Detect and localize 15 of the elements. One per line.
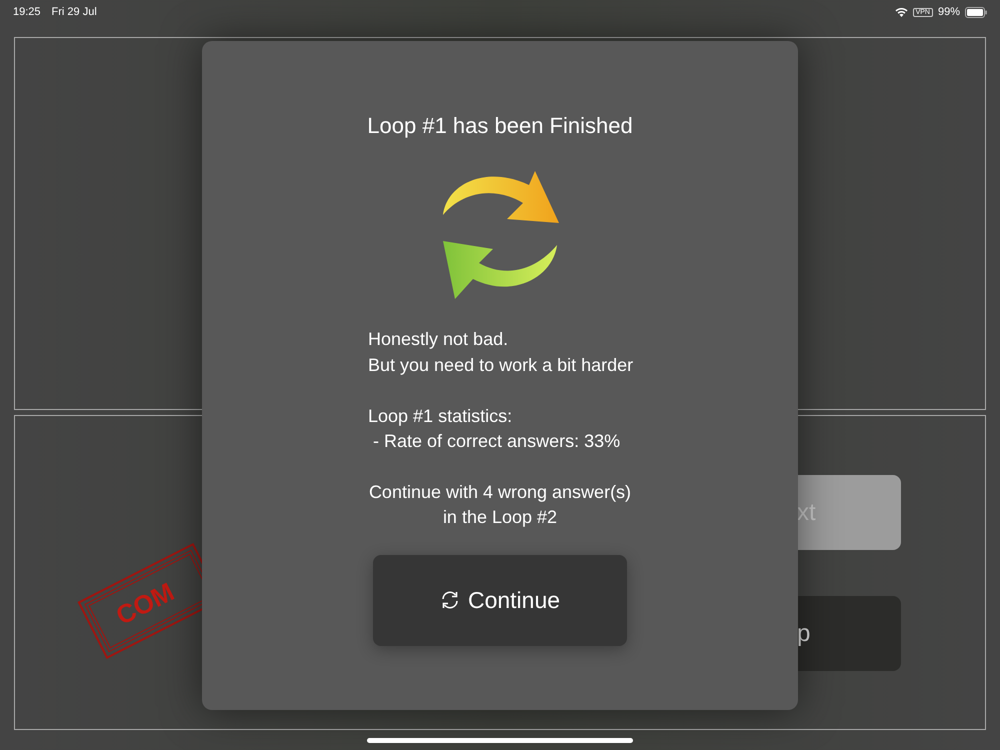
wifi-icon (894, 7, 908, 17)
dialog-message-line: Honestly not bad. (368, 328, 510, 351)
refresh-icon (440, 590, 460, 610)
status-time: 19:25 (13, 6, 41, 18)
dialog-title: Loop #1 has been Finished (367, 113, 633, 139)
battery-icon (965, 6, 987, 18)
continue-button[interactable]: Continue (373, 554, 627, 646)
dialog-message-line: Loop #1 statistics: (368, 404, 514, 428)
dialog-message-line: But you need to work a bit harder (368, 354, 634, 377)
battery-percent: 99% (938, 6, 960, 18)
status-date: Fri 29 Jul (52, 6, 97, 18)
dialog-footer-line: in the Loop #2 (442, 506, 558, 529)
dialog-footer-line: Continue with 4 wrong answer(s) (368, 480, 632, 504)
action-button[interactable]: p (797, 596, 901, 672)
dialog-message-line: - Rate of correct answers: 33% (372, 430, 622, 453)
